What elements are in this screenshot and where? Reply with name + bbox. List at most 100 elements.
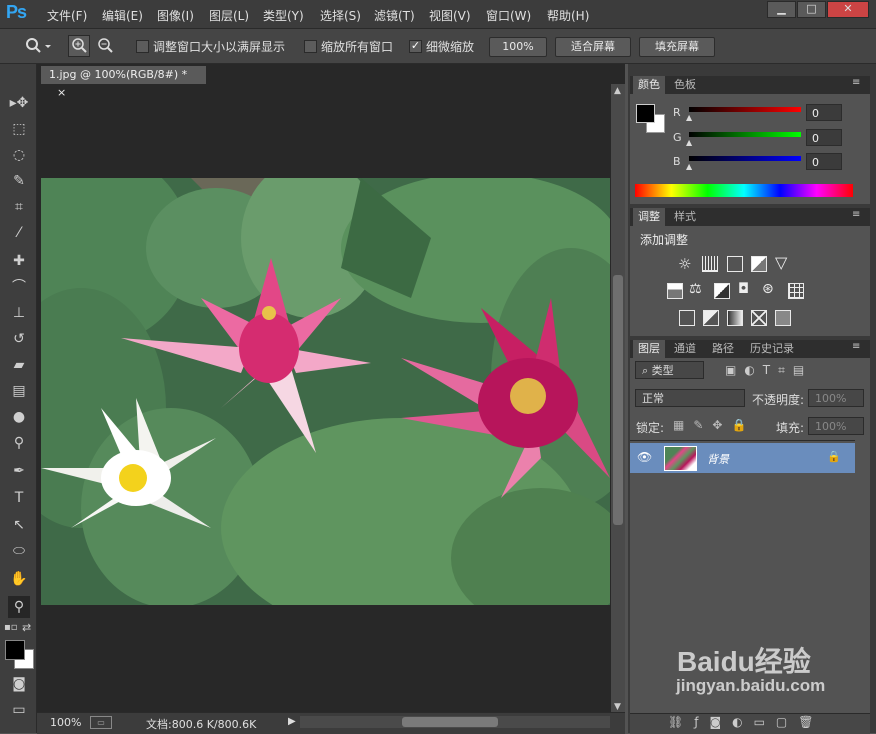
photo-filter-icon[interactable]: ◘ [738, 281, 749, 297]
menu-image[interactable]: 图像(I) [157, 7, 194, 24]
levels-icon[interactable] [702, 256, 718, 272]
swap-colors-icon[interactable]: ⇄ [22, 621, 31, 634]
pen-tool-icon[interactable]: ✒ [8, 460, 30, 482]
vertical-scroll-thumb[interactable] [613, 275, 623, 525]
maximize-button[interactable]: □ [797, 1, 826, 18]
marquee-tool-icon[interactable]: ⬚ [8, 118, 30, 140]
zoom-tool-icon[interactable]: ⚲ [8, 596, 30, 618]
zoom-in-icon[interactable] [68, 35, 90, 57]
r-value-input[interactable]: 0 [806, 104, 842, 121]
zoom-out-icon[interactable] [94, 35, 116, 57]
lasso-tool-icon[interactable]: ◌ [8, 144, 30, 166]
vibrance-icon[interactable]: ▽ [775, 253, 787, 272]
blend-mode-dropdown[interactable]: 正常 [635, 389, 745, 407]
opacity-input[interactable]: 100% [808, 389, 864, 407]
color-balance-icon[interactable]: ⚖ [689, 281, 702, 297]
scroll-up-arrow-icon[interactable]: ▲ [614, 86, 621, 96]
document-tab[interactable]: 1.jpg @ 100%(RGB/8#) * × [41, 66, 206, 99]
tab-history[interactable]: 历史记录 [745, 340, 799, 358]
color-spectrum-bar[interactable] [635, 184, 853, 197]
r-slider-handle-icon[interactable]: ▲ [686, 113, 692, 122]
gradient-tool-icon[interactable]: ▤ [8, 380, 30, 402]
b-slider[interactable] [689, 156, 801, 161]
status-zoom[interactable]: 100% [50, 716, 81, 729]
hand-tool-icon[interactable]: ✋ [8, 568, 30, 590]
minimize-button[interactable]: ▁ [767, 1, 796, 18]
quick-select-tool-icon[interactable]: ✎ [8, 170, 30, 192]
path-select-icon[interactable]: ↖ [8, 514, 30, 536]
brightness-contrast-icon[interactable]: ☼ [678, 255, 691, 273]
layer-filter-icons[interactable]: ▣◐T⌗▤ [725, 363, 812, 378]
gradient-map-icon[interactable] [751, 310, 767, 326]
color-lookup-icon[interactable] [788, 283, 804, 299]
selective-color-icon[interactable] [775, 310, 791, 326]
black-white-icon[interactable] [714, 283, 730, 299]
threshold-icon[interactable] [727, 310, 743, 326]
brush-tool-icon[interactable]: ⌒ [8, 276, 30, 298]
fill-input[interactable]: 100% [808, 417, 864, 435]
tab-channels[interactable]: 通道 [669, 340, 701, 358]
resize-windows-checkbox[interactable] [136, 40, 149, 53]
tab-paths[interactable]: 路径 [707, 340, 739, 358]
quick-mask-icon[interactable]: ◙ [8, 673, 30, 695]
g-value-input[interactable]: 0 [806, 129, 842, 146]
menu-layer[interactable]: 图层(L) [209, 7, 249, 24]
dodge-tool-icon[interactable]: ⚲ [8, 432, 30, 454]
color-panel-foreground-swatch[interactable] [636, 104, 655, 123]
channel-mixer-icon[interactable]: ⊛ [762, 281, 774, 297]
ellipse-tool-icon[interactable]: ⬭ [8, 540, 30, 562]
menu-edit[interactable]: 编辑(E) [102, 7, 143, 24]
fill-screen-button[interactable]: 填充屏幕 [639, 37, 715, 57]
curves-icon[interactable] [727, 256, 743, 272]
layers-footer-icons[interactable]: ⛓ƒ◙◐▭▢🗑 [668, 715, 824, 729]
move-tool-icon[interactable]: ▸✥ [8, 92, 30, 114]
zoom-all-checkbox[interactable] [304, 40, 317, 53]
menu-select[interactable]: 选择(S) [320, 7, 361, 24]
eraser-tool-icon[interactable]: ▰ [8, 354, 30, 376]
eyedropper-tool-icon[interactable]: ⁄ [8, 222, 30, 244]
menu-filter[interactable]: 滤镜(T) [374, 7, 415, 24]
default-colors-icon[interactable]: ▪▫ [4, 622, 18, 633]
stamp-tool-icon[interactable]: ⊥ [8, 302, 30, 324]
status-preview-icon[interactable]: ▭ [90, 716, 112, 729]
tab-layers[interactable]: 图层 [633, 340, 665, 358]
foreground-color-swatch[interactable] [5, 640, 25, 660]
tab-styles[interactable]: 样式 [669, 208, 701, 226]
tab-color[interactable]: 颜色 [633, 76, 665, 94]
type-tool-icon[interactable]: T [8, 487, 30, 509]
blur-tool-icon[interactable]: ● [8, 406, 30, 428]
menu-view[interactable]: 视图(V) [429, 7, 471, 24]
horizontal-scroll-thumb[interactable] [402, 717, 498, 727]
menu-window[interactable]: 窗口(W) [486, 7, 531, 24]
history-brush-icon[interactable]: ↺ [8, 328, 30, 350]
tab-swatches[interactable]: 色板 [669, 76, 701, 94]
screen-mode-icon[interactable]: ▭ [8, 699, 30, 721]
r-slider[interactable] [689, 107, 801, 112]
menu-type[interactable]: 类型(Y) [263, 7, 304, 24]
exposure-icon[interactable] [751, 256, 767, 272]
hue-saturation-icon[interactable] [667, 283, 683, 299]
color-panel-menu-icon[interactable]: ≡ [852, 77, 860, 88]
tab-adjustments[interactable]: 调整 [633, 208, 665, 226]
layer-name[interactable]: 背景 [707, 451, 729, 467]
adjust-panel-menu-icon[interactable]: ≡ [852, 209, 860, 220]
g-slider[interactable] [689, 132, 801, 137]
layer-visibility-eye-icon[interactable]: 👁 [637, 450, 652, 464]
b-value-input[interactable]: 0 [806, 153, 842, 170]
g-slider-handle-icon[interactable]: ▲ [686, 138, 692, 147]
tab-close-icon[interactable]: × [57, 86, 66, 99]
menu-help[interactable]: 帮助(H) [547, 7, 589, 24]
healing-brush-icon[interactable]: ✚ [8, 250, 30, 272]
layers-panel-menu-icon[interactable]: ≡ [852, 341, 860, 352]
close-button[interactable]: ✕ [827, 1, 869, 18]
status-menu-arrow-icon[interactable]: ▶ [288, 716, 296, 727]
zoom-tool-preset-icon[interactable] [24, 37, 52, 55]
crop-tool-icon[interactable]: ⌗ [8, 196, 30, 218]
invert-icon[interactable] [679, 310, 695, 326]
lock-icons[interactable]: ▦✎✥🔒 [673, 418, 755, 432]
posterize-icon[interactable] [703, 310, 719, 326]
scroll-down-arrow-icon[interactable]: ▼ [614, 702, 621, 712]
zoom-100-button[interactable]: 100% [489, 37, 547, 57]
scrubby-zoom-checkbox[interactable]: ✓ [409, 40, 422, 53]
fit-screen-button[interactable]: 适合屏幕 [555, 37, 631, 57]
